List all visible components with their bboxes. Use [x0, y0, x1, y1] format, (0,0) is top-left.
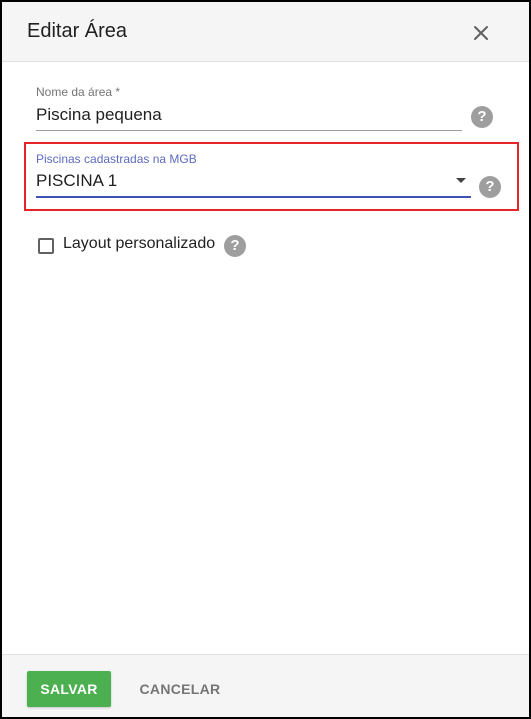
area-name-input[interactable]: Piscina pequena	[36, 105, 162, 125]
pools-select[interactable]: Piscinas cadastradas na MGB PISCINA 1	[36, 152, 471, 198]
custom-layout-label[interactable]: Layout personalizado	[63, 235, 215, 253]
custom-layout-checkbox[interactable]	[38, 238, 54, 254]
edit-area-dialog: Editar Área Nome da área * Piscina peque…	[0, 0, 531, 719]
help-icon[interactable]: ?	[471, 106, 493, 128]
cancel-button[interactable]: CANCELAR	[132, 671, 228, 707]
area-name-label: Nome da área *	[36, 85, 121, 99]
pools-select-underline	[36, 196, 471, 198]
pools-select-label: Piscinas cadastradas na MGB	[36, 152, 197, 166]
area-name-underline	[36, 130, 462, 131]
dialog-footer: SALVAR CANCELAR	[2, 654, 529, 717]
help-icon[interactable]: ?	[224, 235, 246, 257]
help-icon[interactable]: ?	[479, 176, 501, 198]
close-button[interactable]	[468, 20, 494, 46]
dialog-header: Editar Área	[2, 2, 529, 62]
close-icon	[474, 26, 488, 40]
dialog-title: Editar Área	[27, 20, 128, 42]
pools-select-value: PISCINA 1	[36, 171, 118, 190]
chevron-down-icon	[456, 178, 466, 183]
save-button[interactable]: SALVAR	[27, 671, 111, 707]
